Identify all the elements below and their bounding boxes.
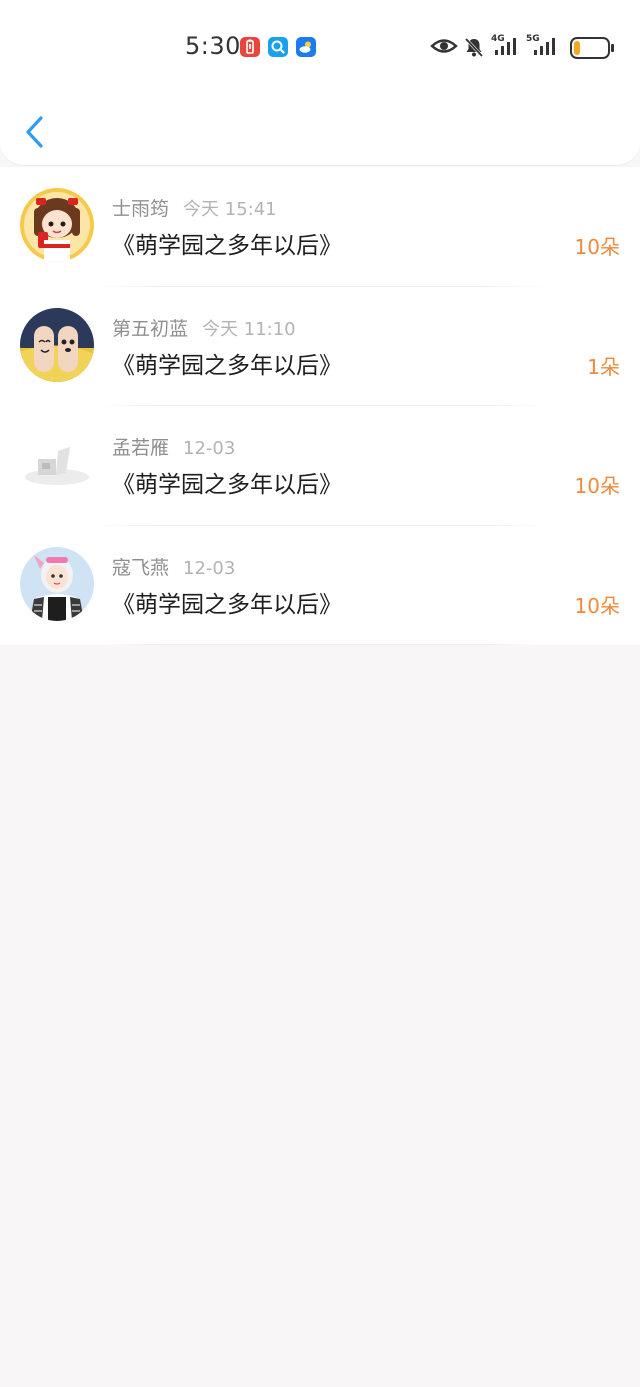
gift-amount: 10朵	[574, 235, 620, 259]
sender-info: 孟若雁 12-03	[112, 433, 235, 460]
avatar[interactable]	[20, 188, 94, 262]
gift-time: 今天 11:10	[202, 318, 296, 340]
avatar[interactable]	[20, 546, 94, 621]
sender-name[interactable]: 孟若雁	[112, 437, 169, 459]
sender-info: 寇飞燕 12-03	[112, 553, 235, 580]
svg-text:5G: 5G	[526, 34, 540, 44]
chevron-left-icon	[26, 116, 43, 148]
gift-time: 今天 15:41	[183, 199, 277, 220]
book-title: 《萌学园之多年以后》	[112, 472, 342, 498]
book-title: 《萌学园之多年以后》	[112, 233, 342, 259]
battery-alert-notification-icon	[240, 37, 260, 57]
bell-muted-icon	[463, 36, 485, 62]
sender-name[interactable]: 士雨筠	[112, 198, 169, 220]
back-button[interactable]	[14, 108, 58, 156]
list-item[interactable]: 第五初蓝 今天 11:10 《萌学园之多年以后》 1朵	[0, 287, 640, 406]
eye-icon	[430, 36, 458, 60]
gift-amount: 10朵	[574, 593, 620, 618]
empty-content-area	[0, 645, 640, 1387]
status-clock: 5:30	[185, 32, 241, 60]
list-item[interactable]: 寇飞燕 12-03 《萌学园之多年以后》 10朵	[0, 526, 640, 645]
sender-name[interactable]: 第五初蓝	[112, 318, 188, 340]
sender-info: 士雨筠 今天 15:41	[112, 194, 277, 221]
gift-time: 12-03	[183, 438, 236, 459]
gift-amount: 1朵	[587, 354, 620, 379]
avatar[interactable]	[20, 307, 94, 382]
sender-name[interactable]: 寇飞燕	[112, 557, 169, 579]
battery-icon	[570, 36, 616, 64]
weather-notification-icon	[296, 37, 316, 57]
gift-time: 12-03	[183, 557, 236, 579]
signal-4g-icon: 4G	[491, 32, 521, 62]
svg-text:4G: 4G	[491, 34, 505, 44]
signal-5g-icon: 5G	[526, 32, 566, 62]
list-item[interactable]: 孟若雁 12-03 《萌学园之多年以后》 10朵	[0, 406, 640, 526]
sender-info: 第五初蓝 今天 11:10	[112, 314, 296, 341]
top-header: 5:30 4G 5G	[0, 0, 640, 166]
book-title: 《萌学园之多年以后》	[112, 352, 342, 379]
book-title: 《萌学园之多年以后》	[112, 591, 342, 618]
avatar[interactable]	[20, 427, 94, 501]
status-bar: 5:30 4G 5G	[0, 28, 640, 68]
gift-list: 士雨筠今天 15:41 《萌学园之多年以后》 10朵 第五初蓝今天 11:1	[0, 167, 640, 645]
gift-amount: 10朵	[574, 474, 620, 498]
list-item[interactable]: 士雨筠 今天 15:41 《萌学园之多年以后》 10朵	[0, 167, 640, 287]
search-notification-icon	[268, 37, 288, 57]
